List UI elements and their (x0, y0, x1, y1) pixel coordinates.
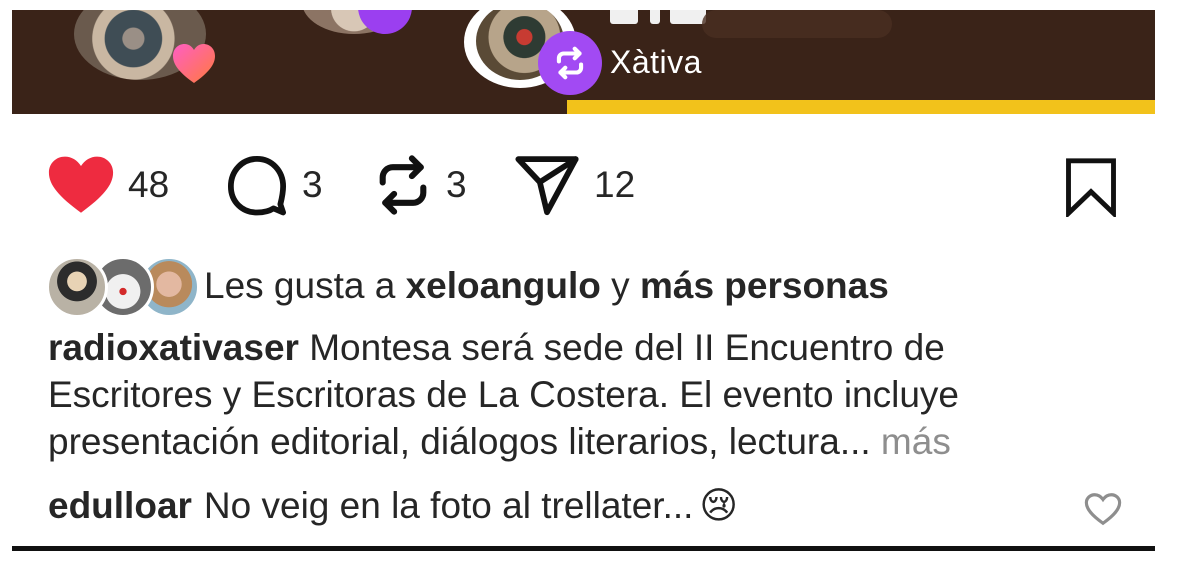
liked-by-text: Les gusta a xeloangulo y más personas (204, 265, 889, 307)
crying-face-emoji: 😢 (699, 485, 738, 526)
heart-icon[interactable] (46, 154, 116, 216)
comment-row: edulloar No veig en la foto al trellater… (48, 484, 738, 527)
caption-more-link[interactable]: más (871, 421, 951, 462)
post-caption: radioxativaser Montesa será sede del II … (48, 324, 1108, 465)
comment-action[interactable]: 3 (224, 150, 323, 220)
liked-by-conjunction: y (600, 265, 640, 306)
share-count: 12 (594, 164, 636, 205)
post-image[interactable]: Xàtiva (12, 10, 1155, 114)
more-likers-link[interactable]: más personas (640, 265, 889, 306)
repost-action[interactable]: 3 (372, 150, 467, 220)
repost-count: 3 (446, 164, 467, 205)
repost-icon[interactable] (372, 152, 434, 218)
caption-username-link[interactable]: radioxativaser (48, 327, 299, 368)
like-action[interactable]: 48 (46, 150, 169, 220)
comment-text: No veig en la foto al trellater... (203, 484, 694, 526)
liked-by-row[interactable]: Les gusta a xeloangulo y más personas (46, 256, 889, 318)
like-count: 48 (128, 164, 170, 205)
image-headline-fragment (602, 10, 712, 28)
accent-bar (567, 100, 1155, 114)
heart-badge-icon (173, 44, 215, 83)
comment-count: 3 (302, 164, 323, 205)
liker-avatars[interactable] (46, 256, 200, 318)
send-icon[interactable] (512, 152, 582, 218)
liker-username-link[interactable]: xeloangulo (406, 265, 601, 306)
image-blur (702, 10, 892, 38)
post-action-bar: 48 3 3 12 (0, 150, 1200, 220)
divider (12, 546, 1155, 551)
liked-by-prefix: Les gusta a (204, 265, 406, 306)
comment-like-heart-icon[interactable] (1084, 492, 1122, 526)
share-action[interactable]: 12 (512, 150, 635, 220)
bookmark-icon[interactable] (1062, 157, 1120, 217)
repost-badge-icon (538, 31, 602, 95)
location-label: Xàtiva (610, 44, 702, 80)
comment-bubble-icon[interactable] (224, 152, 290, 218)
comment-username-link[interactable]: edulloar (48, 485, 192, 527)
avatar[interactable] (46, 256, 108, 318)
